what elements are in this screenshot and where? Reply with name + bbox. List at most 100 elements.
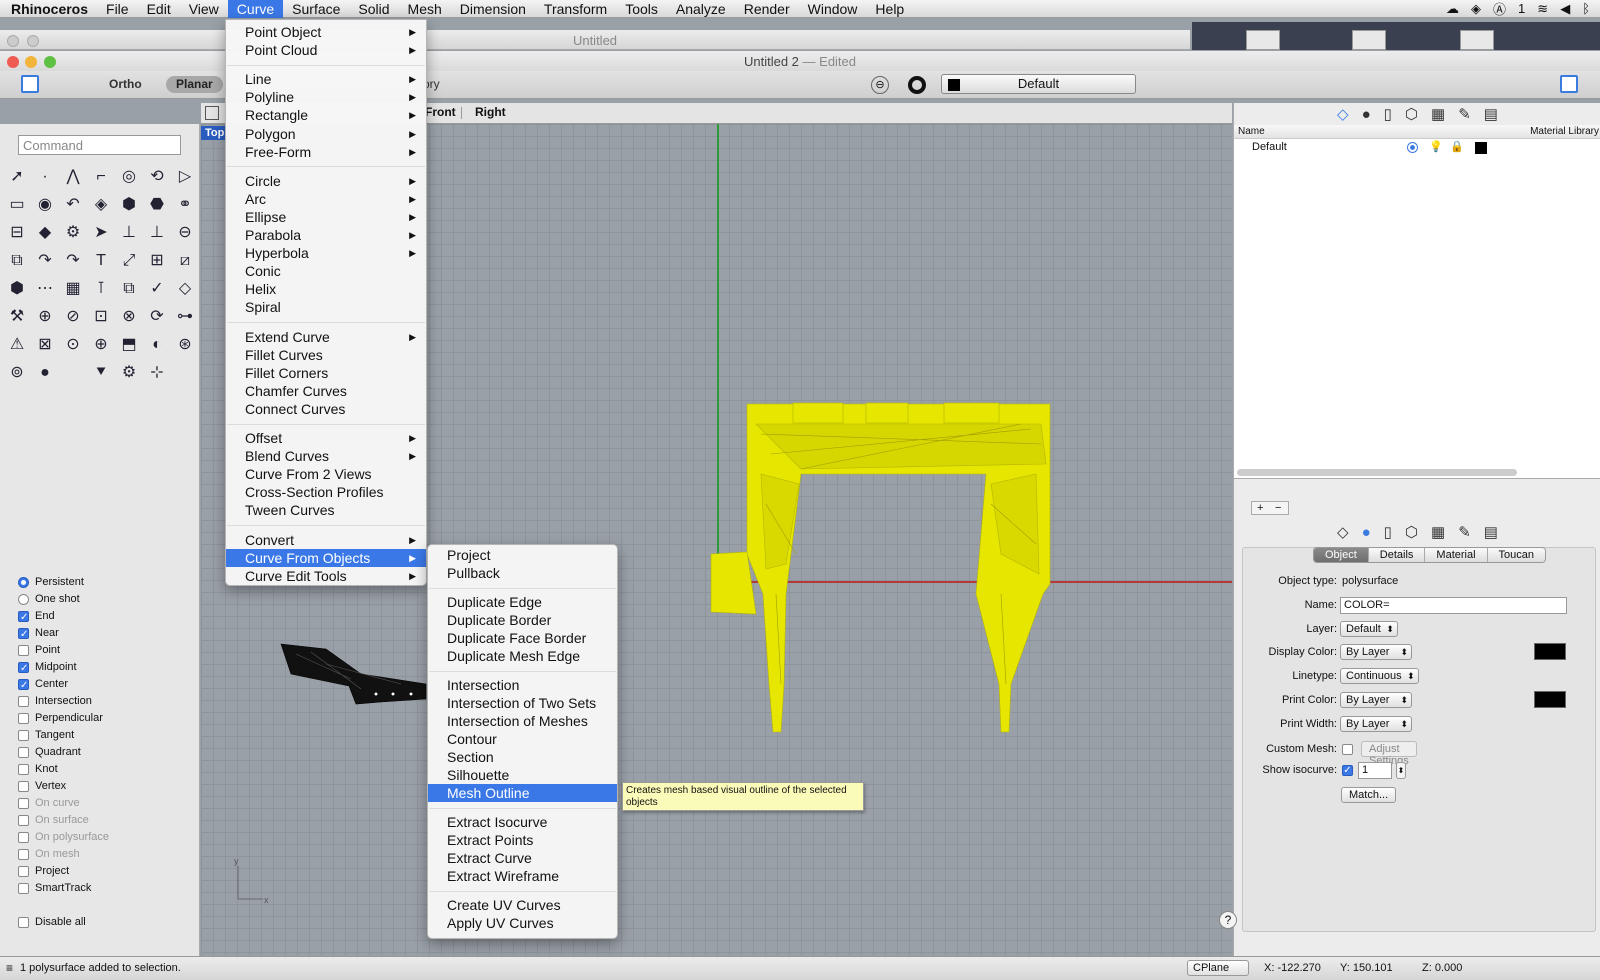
menu-item-project[interactable]: Project	[428, 546, 617, 564]
layers-icon[interactable]: ◇	[1337, 523, 1349, 541]
menu-item-curve-from-2-views[interactable]: Curve From 2 Views	[226, 465, 426, 483]
ortho-button[interactable]: Ortho	[99, 76, 152, 93]
snap-tool-icon[interactable]: ⊹	[144, 360, 170, 386]
menu-item-hyperbola[interactable]: Hyperbola ▶	[226, 244, 426, 262]
menu-item-extract-curve[interactable]: Extract Curve	[428, 849, 617, 867]
menu-item-conic[interactable]: Conic	[226, 262, 426, 280]
checkbox[interactable]	[18, 747, 29, 758]
warning-tool-icon[interactable]: ⚠	[4, 332, 30, 358]
checkbox[interactable]	[18, 677, 29, 694]
checkbox[interactable]	[18, 832, 29, 843]
line-style-tool-icon[interactable]: ⋯	[32, 276, 58, 302]
app-menu[interactable]: Rhinoceros	[0, 0, 97, 18]
thumbnail[interactable]	[1246, 30, 1280, 50]
display-color-swatch[interactable]	[1534, 643, 1566, 660]
text-tool-icon[interactable]: T	[88, 248, 114, 274]
document-icon[interactable]: ▯	[1384, 523, 1392, 541]
current-layer-selector[interactable]: Default	[941, 74, 1136, 94]
tab-right[interactable]: Right	[475, 105, 506, 119]
menu-item-circle[interactable]: Circle ▶	[226, 172, 426, 190]
print-width-dropdown[interactable]: By Layer	[1340, 716, 1412, 732]
osnap-perpendicular[interactable]: Perpendicular	[18, 710, 109, 727]
zoom-window-tool-icon[interactable]: ⊘	[60, 304, 86, 330]
tools-tool-icon[interactable]: ⚒	[4, 304, 30, 330]
tab-material[interactable]: Material	[1425, 548, 1488, 562]
notes-icon[interactable]: ▤	[1484, 105, 1498, 123]
menu-item-create-uv-curves[interactable]: Create UV Curves	[428, 896, 617, 914]
menu-item-duplicate-edge[interactable]: Duplicate Edge	[428, 593, 617, 611]
osnap-disable-all[interactable]: Disable all	[18, 914, 109, 931]
linetype-dropdown[interactable]: Continuous	[1340, 668, 1419, 684]
cube-icon[interactable]: ⬡	[1405, 105, 1418, 123]
background-window-titlebar[interactable]: Untitled	[0, 30, 1190, 50]
menu-item-extract-wireframe[interactable]: Extract Wireframe	[428, 867, 617, 885]
osnap-on-mesh[interactable]: On mesh	[18, 846, 109, 863]
menu-item-rectangle[interactable]: Rectangle ▶	[226, 106, 426, 124]
tab-object[interactable]: Object	[1314, 548, 1369, 562]
surface-tool-icon[interactable]: ◈	[88, 192, 114, 218]
osnap-intersection[interactable]: Intersection	[18, 693, 109, 710]
menu-curve[interactable]: Curve	[227, 0, 284, 18]
menu-solid[interactable]: Solid	[349, 0, 398, 18]
menu-item-line[interactable]: Line ▶	[226, 70, 426, 88]
layers-icon[interactable]: ◇	[1337, 105, 1349, 123]
lightbulb-icon[interactable]: 💡	[1429, 140, 1443, 153]
checkbox[interactable]	[18, 730, 29, 741]
dimension-2-tool-icon[interactable]: ⊶	[172, 304, 198, 330]
array-grid-tool-icon[interactable]: ▦	[60, 276, 86, 302]
menu-item-spiral[interactable]: Spiral	[226, 298, 426, 316]
menu-item-silhouette[interactable]: Silhouette	[428, 766, 617, 784]
checkbox[interactable]	[18, 626, 29, 643]
checkbox[interactable]	[18, 781, 29, 792]
isocurve-density-field[interactable]: 1	[1358, 762, 1392, 779]
menu-item-apply-uv-curves[interactable]: Apply UV Curves	[428, 914, 617, 932]
fillet-tool-icon[interactable]: ↶	[60, 192, 86, 218]
cap-tool-icon[interactable]: ◆	[32, 220, 58, 246]
osnap-point[interactable]: Point	[18, 642, 109, 659]
arc-tool-icon[interactable]: ⟲	[144, 164, 170, 190]
radio-button[interactable]	[18, 594, 29, 605]
menu-item-free-form[interactable]: Free-Form ▶	[226, 143, 426, 161]
lock-tool-icon[interactable]: ⊛	[172, 332, 198, 358]
shade-tool-icon[interactable]: ◇	[172, 276, 198, 302]
layer-name[interactable]: Default	[1252, 141, 1287, 153]
menu-item-convert[interactable]: Convert ▶	[226, 531, 426, 549]
menu-help[interactable]: Help	[866, 0, 913, 18]
menu-item-duplicate-mesh-edge[interactable]: Duplicate Mesh Edge	[428, 647, 617, 665]
osnap-one-shot[interactable]: One shot	[18, 591, 109, 608]
material-icon[interactable]	[908, 76, 926, 94]
column-material-library[interactable]: Material Library	[1530, 126, 1599, 137]
osnap-quadrant[interactable]: Quadrant	[18, 744, 109, 761]
mirror-tool-icon[interactable]: ↷	[32, 248, 58, 274]
group-tool-icon[interactable]: ⊠	[32, 332, 58, 358]
osnap-on-surface[interactable]: On surface	[18, 812, 109, 829]
menu-item-section[interactable]: Section	[428, 748, 617, 766]
gear-tool-icon[interactable]: ⚙	[116, 360, 142, 386]
gumball-icon[interactable]: ⊖	[871, 76, 889, 94]
osnap-end[interactable]: End	[18, 608, 109, 626]
menu-item-polygon[interactable]: Polygon ▶	[226, 125, 426, 143]
properties-icon[interactable]: ●	[1362, 524, 1371, 541]
osnap-vertex[interactable]: Vertex	[18, 778, 109, 795]
checkbox[interactable]	[18, 866, 29, 877]
osnap-near[interactable]: Near	[18, 625, 109, 643]
document-icon[interactable]: ▯	[1384, 105, 1392, 123]
grid-tool-icon[interactable]: ⊞	[144, 248, 170, 274]
move-tool-icon[interactable]: ➤	[88, 220, 114, 246]
curve-tool-icon[interactable]: ⌐	[88, 164, 114, 190]
osnap-on-curve[interactable]: On curve	[18, 795, 109, 812]
menu-item-helix[interactable]: Helix	[226, 280, 426, 298]
print-tool-icon[interactable]: ⊺	[88, 276, 114, 302]
checkbox[interactable]	[18, 609, 29, 626]
current-layer-icon[interactable]	[1407, 142, 1418, 153]
menu-dimension[interactable]: Dimension	[451, 0, 535, 18]
checkbox[interactable]	[18, 917, 29, 928]
copy-tool-icon[interactable]: ⧉	[116, 276, 142, 302]
thumbnail[interactable]	[1460, 30, 1494, 50]
cube-icon[interactable]: ⬡	[1405, 523, 1418, 541]
box-tool-icon[interactable]: ⬢	[116, 192, 142, 218]
menu-item-blend-curves[interactable]: Blend Curves ▶	[226, 447, 426, 465]
menu-transform[interactable]: Transform	[535, 0, 616, 18]
cplane-dropdown[interactable]: CPlane	[1187, 960, 1249, 976]
name-field[interactable]: COLOR=	[1340, 597, 1567, 614]
